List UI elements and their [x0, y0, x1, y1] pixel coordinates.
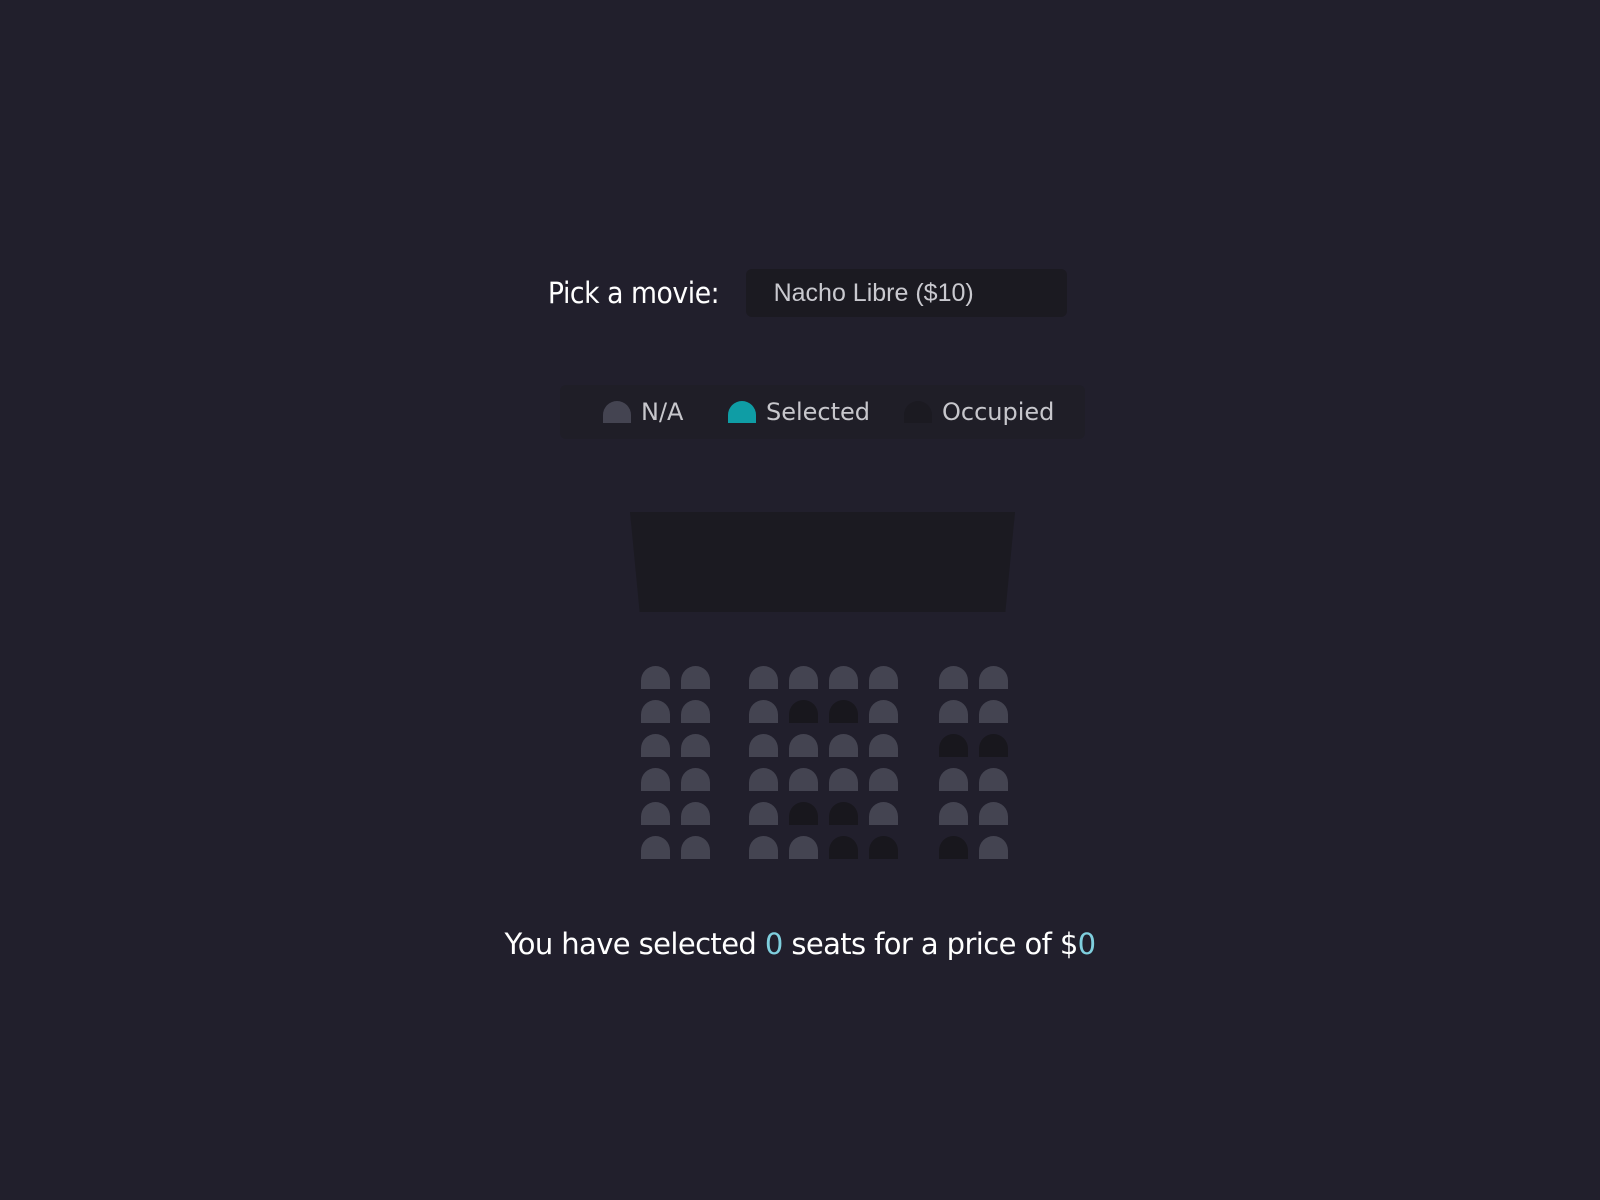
seat-occupied: [939, 734, 968, 757]
seat-na[interactable]: [789, 734, 818, 757]
seat-na[interactable]: [749, 734, 778, 757]
movie-picker-row: Pick a movie: Nacho Libre ($10): [0, 268, 1600, 318]
seat-na[interactable]: [681, 666, 710, 689]
seat-na[interactable]: [829, 666, 858, 689]
seat-na[interactable]: [939, 802, 968, 825]
seat-na[interactable]: [749, 836, 778, 859]
seat-na[interactable]: [681, 734, 710, 757]
legend-na-label: N/A: [641, 398, 684, 426]
seat-na[interactable]: [681, 700, 710, 723]
seat-na[interactable]: [869, 666, 898, 689]
legend-occupied-label: Occupied: [942, 398, 1055, 426]
seat-na[interactable]: [641, 700, 670, 723]
seat-occupied: [939, 836, 968, 859]
cinema-screen: [630, 512, 1015, 612]
selected-seat-count: 0: [764, 927, 783, 961]
seat-na[interactable]: [641, 666, 670, 689]
seat-occupied: [829, 836, 858, 859]
seat-na[interactable]: [829, 734, 858, 757]
seat-na[interactable]: [979, 666, 1008, 689]
seat-occupied: [979, 734, 1008, 757]
seat-na[interactable]: [939, 666, 968, 689]
seat-na[interactable]: [829, 768, 858, 791]
seat-na[interactable]: [749, 666, 778, 689]
seat-occupied: [829, 802, 858, 825]
seat-occupied-icon: [904, 401, 932, 423]
seat-na[interactable]: [939, 700, 968, 723]
seat-na[interactable]: [789, 836, 818, 859]
seat-na[interactable]: [979, 768, 1008, 791]
seat-na[interactable]: [641, 802, 670, 825]
seat-na[interactable]: [869, 802, 898, 825]
seat-na[interactable]: [869, 768, 898, 791]
seat-na[interactable]: [681, 802, 710, 825]
seat-na[interactable]: [749, 768, 778, 791]
selection-summary: You have selected 0 seats for a price of…: [0, 927, 1600, 961]
seat-na[interactable]: [789, 666, 818, 689]
legend-item-na: N/A: [603, 398, 683, 426]
seat-na[interactable]: [869, 734, 898, 757]
seat-na[interactable]: [749, 802, 778, 825]
seat-na[interactable]: [641, 768, 670, 791]
seat-na[interactable]: [749, 700, 778, 723]
seat-na[interactable]: [789, 768, 818, 791]
seat-na[interactable]: [869, 700, 898, 723]
total-price: 0: [1077, 927, 1096, 961]
seat-occupied: [789, 802, 818, 825]
movie-picker-label: Pick a movie:: [548, 276, 720, 310]
seat-na[interactable]: [681, 768, 710, 791]
seat-occupied: [829, 700, 858, 723]
legend-item-occupied: Occupied: [904, 398, 1054, 426]
seat-legend: N/A Selected Occupied: [560, 385, 1085, 439]
seat-selected-icon: [728, 401, 756, 423]
summary-middle: seats for a price of $: [782, 927, 1078, 961]
seat-na[interactable]: [641, 836, 670, 859]
seat-occupied: [869, 836, 898, 859]
seat-na[interactable]: [681, 836, 710, 859]
seat-occupied: [789, 700, 818, 723]
seat-na[interactable]: [641, 734, 670, 757]
seat-na[interactable]: [979, 836, 1008, 859]
seat-na[interactable]: [979, 802, 1008, 825]
legend-selected-label: Selected: [766, 398, 871, 426]
movie-select-value: Nacho Libre ($10): [773, 278, 974, 307]
seat-na-icon: [603, 401, 631, 423]
summary-prefix: You have selected: [504, 927, 765, 961]
movie-select[interactable]: Nacho Libre ($10): [745, 269, 1067, 317]
seat-na[interactable]: [939, 768, 968, 791]
legend-item-selected: Selected: [728, 398, 870, 426]
seat-na[interactable]: [979, 700, 1008, 723]
